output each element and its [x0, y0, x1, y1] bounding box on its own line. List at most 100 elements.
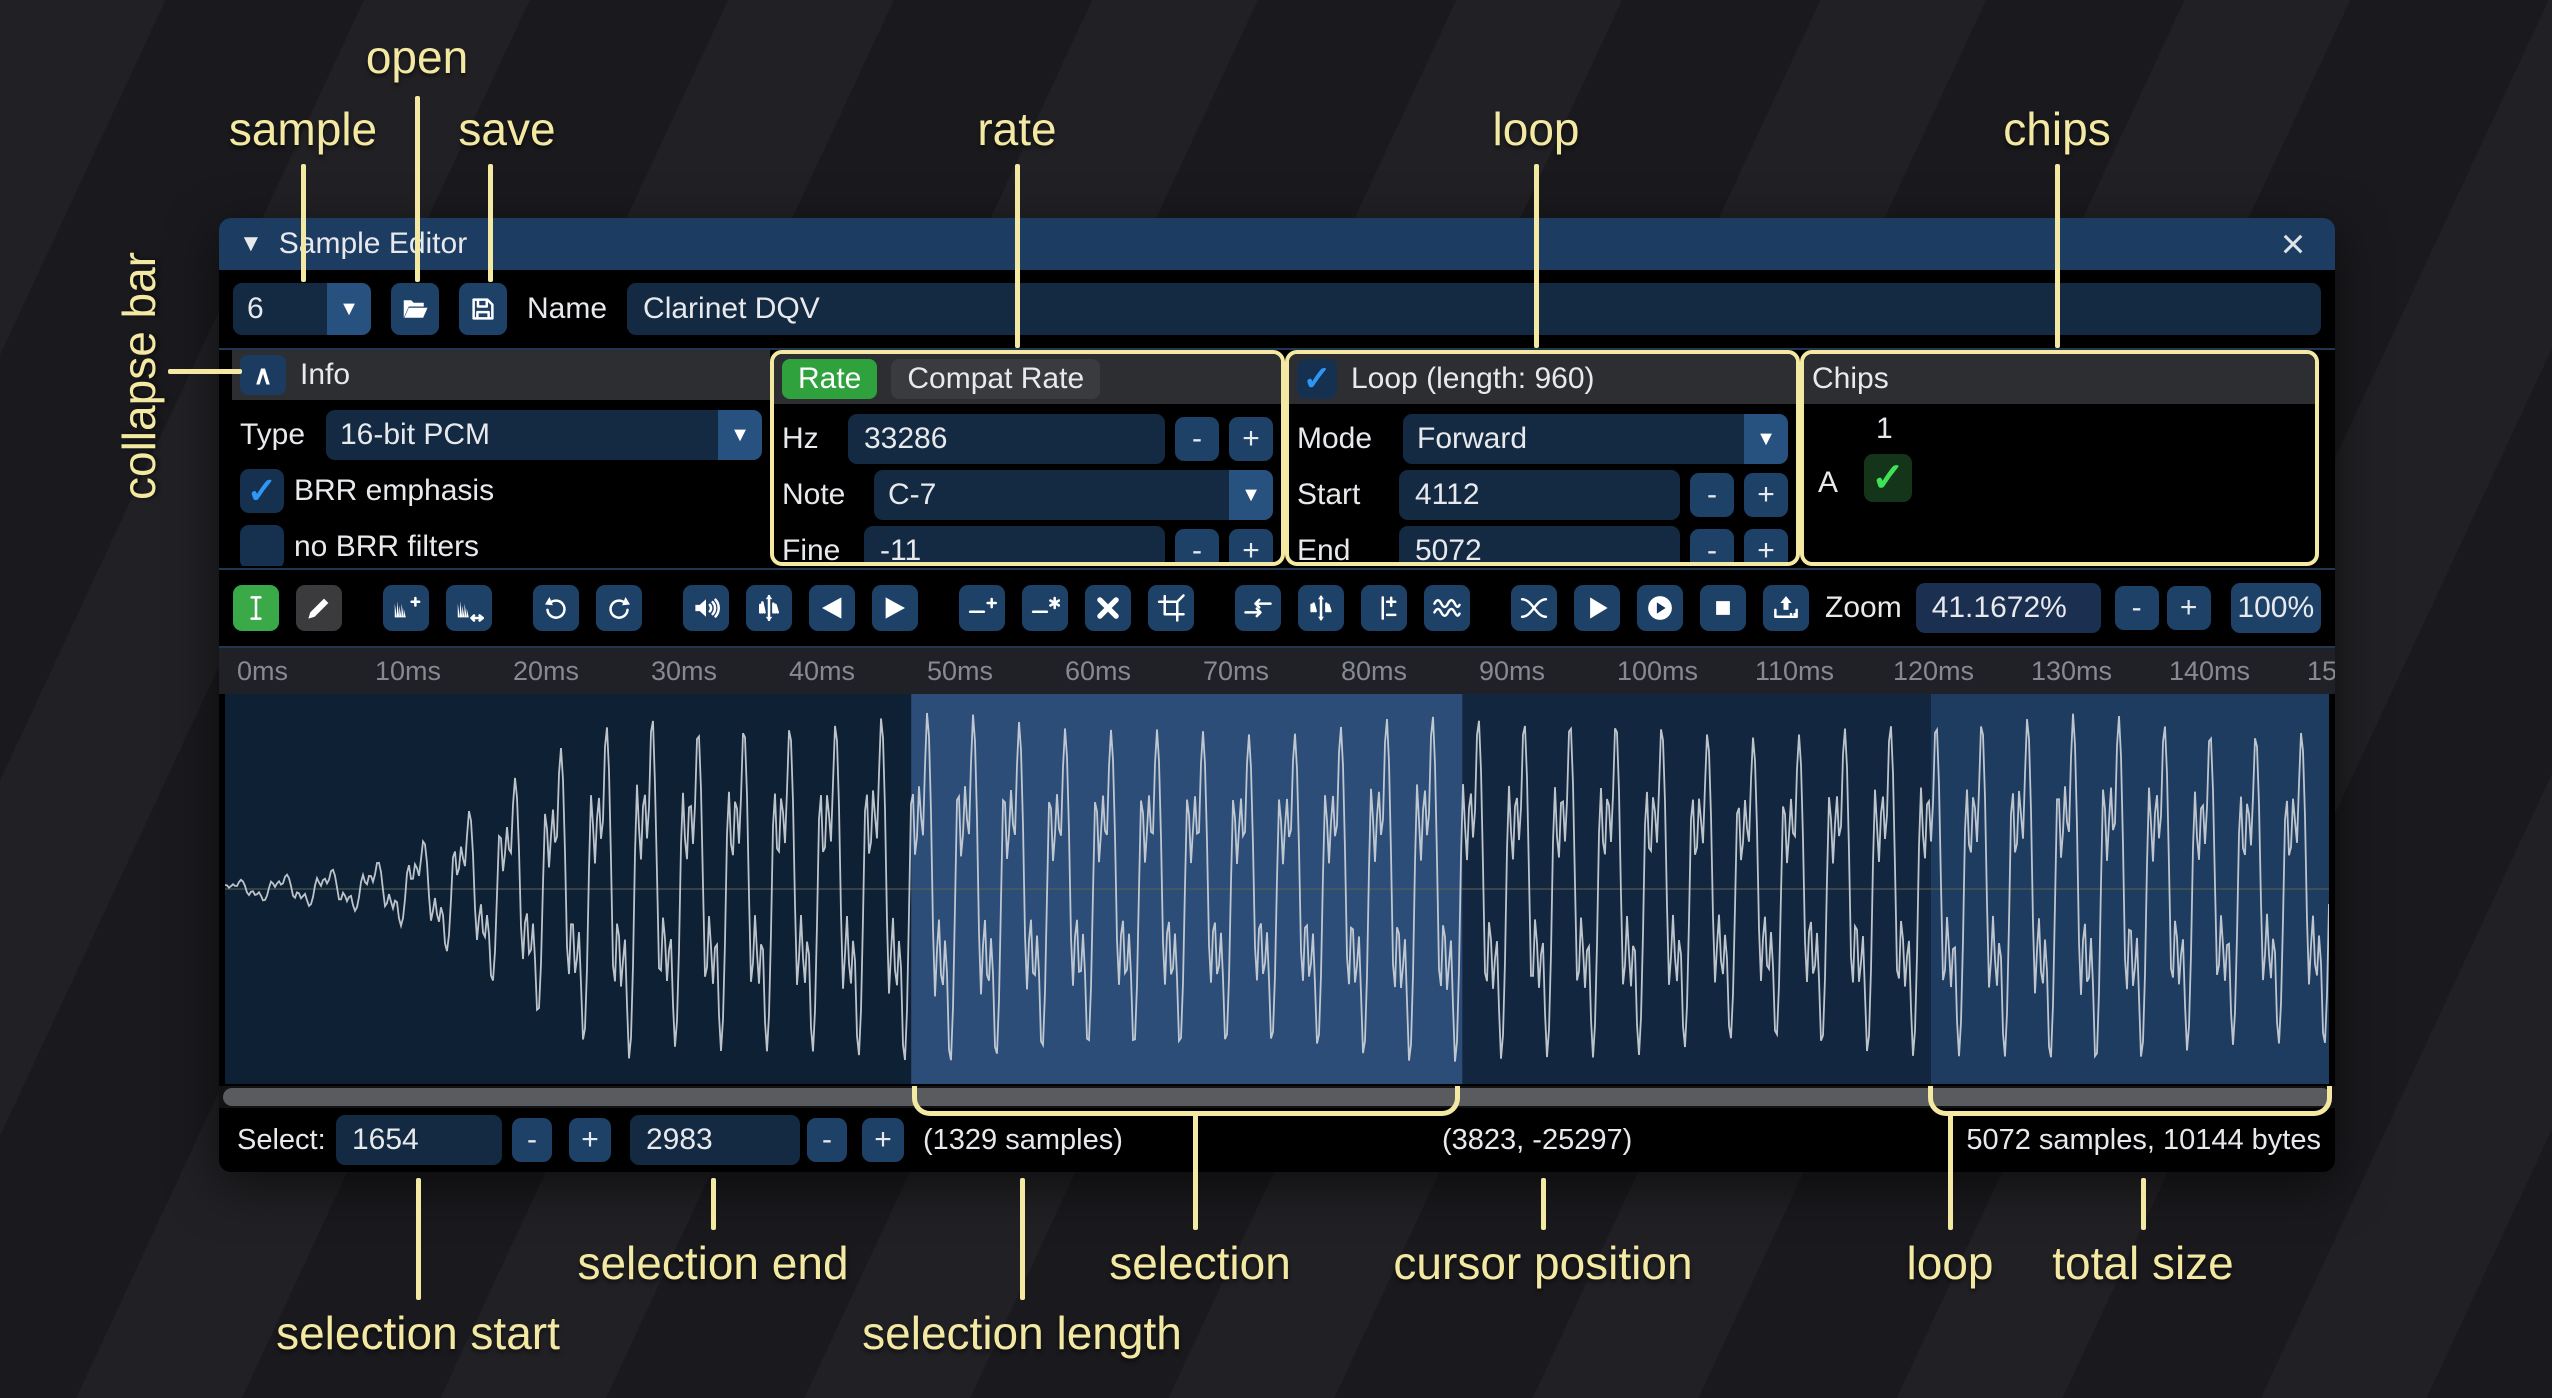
loop-end-increment-button[interactable]: + [1744, 529, 1788, 566]
preview-sample-button[interactable] [1574, 585, 1620, 631]
zoom-input[interactable]: 41.1672% [1916, 583, 2101, 633]
chevron-down-icon[interactable]: ▼ [718, 410, 762, 460]
sign-invert-button[interactable] [1361, 585, 1407, 631]
ruler-tick-20ms: 20ms [513, 656, 579, 687]
close-icon[interactable]: × [2271, 222, 2315, 266]
loop-end-decrement-button[interactable]: - [1690, 529, 1734, 566]
sample-selector[interactable]: 6 ▼ [233, 283, 371, 335]
fine-increment-button[interactable]: + [1229, 529, 1273, 566]
collapse-bar-button[interactable]: ∧ [240, 355, 286, 395]
ruler-tick-90ms: 90ms [1479, 656, 1545, 687]
annotation-selection: selection [1109, 1236, 1291, 1290]
loop-enable-checkbox[interactable]: ✓ [1297, 359, 1337, 399]
zoom-label: Zoom [1825, 591, 1902, 625]
ruler-tick-110ms: 110ms [1755, 656, 1834, 687]
delete-button[interactable] [1085, 585, 1131, 631]
waveform-canvas[interactable] [225, 694, 2329, 1084]
brr-emphasis-checkbox[interactable]: ✓ [240, 469, 284, 513]
amplify-button[interactable] [683, 585, 729, 631]
hz-input[interactable]: 33286 [848, 414, 1165, 464]
chevron-down-icon[interactable]: ▼ [1744, 414, 1788, 464]
resample-button[interactable] [446, 585, 492, 631]
selection-start-decrement-button[interactable]: - [512, 1118, 552, 1162]
rate-panel: Rate Compat Rate Hz 33286 - + Note C-7 ▼ [770, 350, 1285, 566]
hz-decrement-button[interactable]: - [1175, 417, 1219, 461]
annotation-bracket-loop [1928, 1086, 2332, 1116]
chips-column-header: 1 [1876, 412, 1893, 446]
zoom-out-button[interactable]: - [2115, 586, 2159, 630]
window-collapse-triangle-icon[interactable]: ▼ [239, 232, 263, 256]
annotation-line-sample [301, 164, 306, 282]
redo-button[interactable] [596, 585, 642, 631]
ruler-tick-10ms: 10ms [375, 656, 441, 687]
edit-mode-select-button[interactable] [233, 585, 279, 631]
selection-length-text: (1329 samples) [923, 1108, 1123, 1172]
annotation-line-chips [2055, 164, 2060, 348]
ruler-tick-0ms: 0ms [237, 656, 288, 687]
fine-decrement-button[interactable]: - [1175, 529, 1219, 566]
name-input[interactable]: Clarinet DQV [627, 283, 2321, 335]
resize-button[interactable] [383, 585, 429, 631]
invert-button[interactable] [1298, 585, 1344, 631]
insert-silence-button[interactable] [959, 585, 1005, 631]
chevron-down-icon[interactable]: ▼ [327, 283, 371, 335]
fade-in-button[interactable] [809, 585, 855, 631]
waveform-display[interactable] [225, 694, 2329, 1084]
rate-tab-active[interactable]: Rate [782, 359, 877, 399]
fade-out-button[interactable] [872, 585, 918, 631]
reverse-button[interactable] [1235, 585, 1281, 631]
loop-start-label: Start [1297, 478, 1389, 512]
crossfade-button[interactable] [1511, 585, 1557, 631]
time-ruler[interactable]: 0ms10ms20ms30ms40ms50ms60ms70ms80ms90ms1… [219, 648, 2335, 694]
chevron-down-icon[interactable]: ▼ [1229, 470, 1273, 520]
annotation-line-loop-bottom [1948, 1114, 1953, 1230]
type-dropdown-value: 16-bit PCM [326, 410, 718, 460]
selection-start-increment-button[interactable]: + [569, 1118, 611, 1162]
create-instrument-button[interactable] [1763, 585, 1809, 631]
loop-mode-value: Forward [1403, 414, 1744, 464]
annotation-line-cursor-position [1541, 1178, 1546, 1230]
chips-header-label: Chips [1812, 362, 1889, 396]
open-sample-button[interactable] [391, 283, 439, 335]
note-dropdown-value: C-7 [874, 470, 1229, 520]
type-dropdown[interactable]: 16-bit PCM ▼ [326, 410, 762, 460]
note-dropdown[interactable]: C-7 ▼ [874, 470, 1273, 520]
loop-panel: ✓ Loop (length: 960) Mode Forward ▼ Star… [1285, 350, 1800, 566]
selection-end-decrement-button[interactable]: - [807, 1118, 847, 1162]
trim-button[interactable] [1148, 585, 1194, 631]
loop-start-decrement-button[interactable]: - [1690, 473, 1734, 517]
hz-increment-button[interactable]: + [1229, 417, 1273, 461]
undo-button[interactable] [533, 585, 579, 631]
selection-end-input[interactable]: 2983 [630, 1115, 800, 1165]
annotation-line-total-size [2141, 1178, 2146, 1230]
ruler-tick-140ms: 140ms [2169, 656, 2250, 687]
annotation-selection-end: selection end [577, 1236, 848, 1290]
apply-silence-button[interactable] [1022, 585, 1068, 631]
annotation-selection-start: selection start [276, 1306, 560, 1360]
selection-start-input[interactable]: 1654 [336, 1115, 502, 1165]
apply-filter-button[interactable] [1424, 585, 1470, 631]
normalize-button[interactable] [746, 585, 792, 631]
edit-mode-draw-button[interactable] [296, 585, 342, 631]
compat-rate-tab[interactable]: Compat Rate [891, 359, 1100, 399]
loop-end-input[interactable]: 5072 [1399, 526, 1680, 566]
preview-sample-loop-button[interactable] [1637, 585, 1683, 631]
status-bar: Select: 1654 - + 2983 - + (1329 samples)… [219, 1108, 2335, 1172]
zoom-in-button[interactable]: + [2167, 586, 2211, 630]
zoom-reset-button[interactable]: 100% [2231, 583, 2321, 633]
save-sample-button[interactable] [459, 283, 507, 335]
page: open sample save rate loop chips collaps… [0, 0, 2552, 1398]
no-brr-filters-checkbox[interactable] [240, 525, 284, 566]
fine-input[interactable]: -11 [864, 526, 1165, 566]
loop-start-input[interactable]: 4112 [1399, 470, 1680, 520]
chips-panel: Chips 1 A ✓ [1800, 350, 2319, 566]
annotation-line-selection [1193, 1114, 1198, 1230]
loop-start-increment-button[interactable]: + [1744, 473, 1788, 517]
chip-enable-checkbox[interactable]: ✓ [1864, 454, 1912, 502]
loop-mode-dropdown[interactable]: Forward ▼ [1403, 414, 1788, 464]
stop-preview-button[interactable] [1700, 585, 1746, 631]
selection-end-increment-button[interactable]: + [862, 1118, 904, 1162]
toolbar-buttons [233, 585, 1809, 631]
ruler-tick-60ms: 60ms [1065, 656, 1131, 687]
ruler-tick-100ms: 100ms [1617, 656, 1698, 687]
